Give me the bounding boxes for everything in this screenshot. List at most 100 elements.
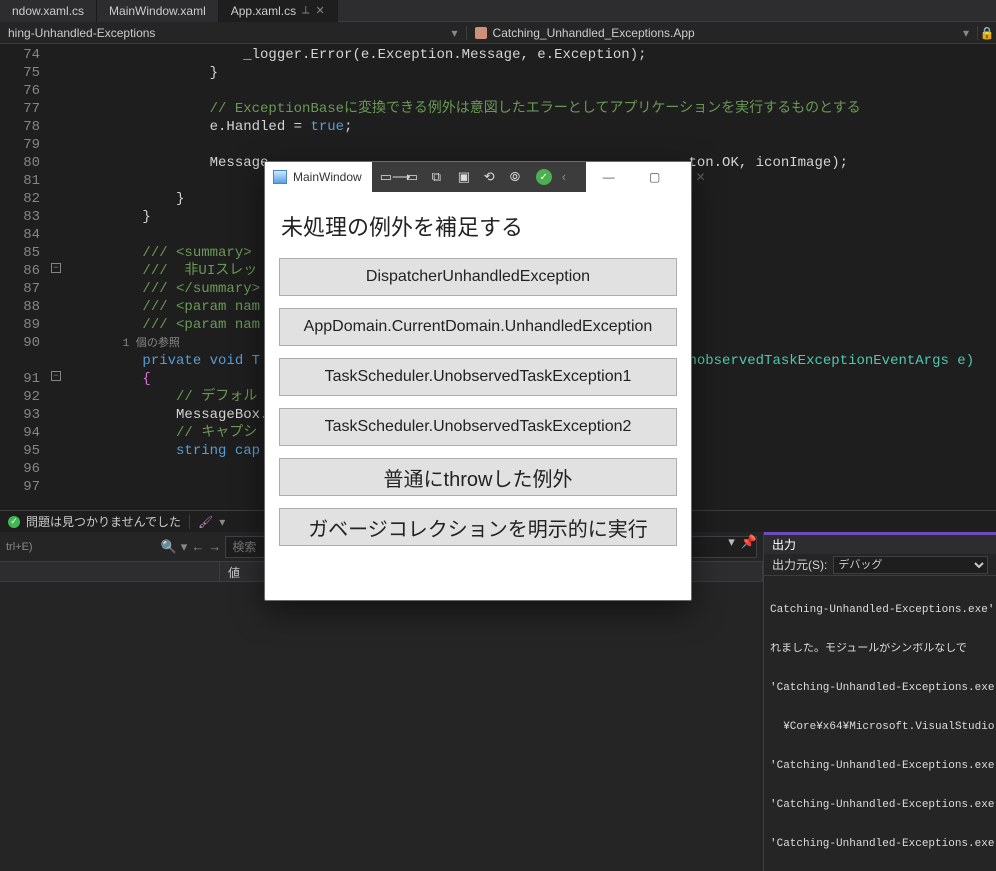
col-name[interactable] <box>0 562 220 581</box>
code-text: e.Handled = <box>50 119 310 135</box>
app-icon <box>273 170 287 184</box>
line-number: 81 <box>0 172 50 190</box>
btn-taskscheduler-1[interactable]: TaskScheduler.UnobservedTaskException1 <box>279 358 677 396</box>
output-body[interactable]: Catching-Unhandled-Exceptions.exe' (C れま… <box>764 576 996 871</box>
code-brace: { <box>50 371 151 387</box>
wpf-title-text: MainWindow <box>293 170 362 184</box>
line-number: 97 <box>0 478 50 496</box>
code-comment: // デフォル <box>50 389 257 405</box>
line-number: 91 <box>0 370 50 388</box>
xaml-live-toolbar: ▭⟶ ▭ ⧉ ▣ ⟲ ⦾ ✓ ‹ <box>372 162 586 192</box>
line-number: 83 <box>0 208 50 226</box>
tab-mainwindow-xaml-cs[interactable]: ndow.xaml.cs <box>0 0 97 22</box>
select-element-icon[interactable]: ▭ <box>406 169 422 185</box>
line-number: 89 <box>0 316 50 334</box>
line-number: 75 <box>0 64 50 82</box>
line-number: 79 <box>0 136 50 154</box>
hot-reload-icon[interactable]: ⟲ <box>484 169 500 185</box>
line-number: 86 <box>0 262 50 280</box>
code-doc: /// 非UIスレッ <box>50 263 257 279</box>
btn-taskscheduler-2[interactable]: TaskScheduler.UnobservedTaskException2 <box>279 408 677 446</box>
tab-label: ndow.xaml.cs <box>12 4 84 18</box>
btn-normal-throw[interactable]: 普通にthrowした例外 <box>279 458 677 496</box>
line-number: 96 <box>0 460 50 478</box>
error-status[interactable]: ✓ 問題は見つかりませんでした <box>0 513 189 530</box>
code-doc: /// <param nam <box>50 317 260 333</box>
btn-force-gc[interactable]: ガベージコレクションを明示的に実行 <box>279 508 677 546</box>
line-number: 77 <box>0 100 50 118</box>
line-number: 84 <box>0 226 50 244</box>
line-number: 85 <box>0 244 50 262</box>
chevron-down-icon[interactable]: ▾ <box>728 534 735 550</box>
output-line: ¥Core¥x64¥Microsoft.VisualStudio.Des <box>770 721 996 734</box>
status-ok-icon: ✓ <box>536 169 552 185</box>
wpf-window-title: MainWindow <box>265 170 370 184</box>
code-keyword: true <box>310 119 344 135</box>
brush-icon[interactable]: 🖌 <box>198 515 213 529</box>
line-number <box>0 352 50 370</box>
maximize-button[interactable]: ▢ <box>632 162 678 192</box>
live-visual-tree-icon[interactable]: ▭⟶ <box>380 169 396 185</box>
lock-icon: 🔒 <box>978 26 996 40</box>
nav-project-dropdown[interactable]: hing-Unhandled-Exceptions ▾ <box>0 26 467 40</box>
nav-type-dropdown[interactable]: Catching_Unhandled_Exceptions.App ▾ <box>467 26 978 40</box>
line-number: 80 <box>0 154 50 172</box>
close-icon[interactable]: ✕ <box>315 4 324 17</box>
class-icon <box>475 27 487 39</box>
output-line: 'Catching-Unhandled-Exceptions.exe' (C <box>770 760 996 773</box>
btn-dispatcher-unhandled[interactable]: DispatcherUnhandledException <box>279 258 677 296</box>
code-type: UnobservedTaskExceptionEventArgs e) <box>680 353 974 369</box>
wpf-body: 未処理の例外を補足する DispatcherUnhandledException… <box>265 192 691 600</box>
line-number-gutter: 74 75 76 77 78 79 80 81 82 83 84 85 86 8… <box>0 44 50 510</box>
code-text: } <box>50 191 184 207</box>
search-icon[interactable]: 🔍 <box>161 539 177 555</box>
output-source-select[interactable]: デバッグ <box>833 556 988 574</box>
code-text: } <box>50 65 218 81</box>
code-text: string cap <box>50 443 260 459</box>
minimize-button[interactable]: — <box>586 162 632 192</box>
output-line: 'Catching-Unhandled-Exceptions.exe' (C <box>770 838 996 851</box>
output-source-bar: 出力元(S): デバッグ <box>764 554 996 576</box>
output-line: 'Catching-Unhandled-Exceptions.exe' (C <box>770 682 996 695</box>
binding-icon[interactable]: ⦾ <box>510 169 526 185</box>
line-number: 94 <box>0 424 50 442</box>
chevron-down-icon: ▾ <box>181 539 188 555</box>
line-number: 92 <box>0 388 50 406</box>
code-text: MessageBox. <box>50 407 268 423</box>
output-source-label: 出力元(S): <box>772 556 827 573</box>
line-number: 88 <box>0 298 50 316</box>
close-button[interactable]: ✕ <box>678 162 724 192</box>
output-line: 'Catching-Unhandled-Exceptions.exe' (C <box>770 799 996 812</box>
page-heading: 未処理の例外を補足する <box>279 206 677 246</box>
line-number: 95 <box>0 442 50 460</box>
code-comment: // キャプシ <box>50 425 257 441</box>
editor-tabs: ndow.xaml.cs MainWindow.xaml App.xaml.cs… <box>0 0 996 22</box>
wpf-main-window: MainWindow ▭⟶ ▭ ⧉ ▣ ⟲ ⦾ ✓ ‹ — ▢ ✕ 未処理の例外… <box>264 161 692 601</box>
code-text: Message <box>50 155 268 171</box>
track-focus-icon[interactable]: ▣ <box>458 169 474 185</box>
pin-icon[interactable]: 📌 <box>741 534 757 550</box>
tab-mainwindow-xaml[interactable]: MainWindow.xaml <box>97 0 219 22</box>
wpf-titlebar[interactable]: MainWindow ▭⟶ ▭ ⧉ ▣ ⟲ ⦾ ✓ ‹ — ▢ ✕ <box>265 162 691 192</box>
error-status-text: 問題は見つかりませんでした <box>26 513 181 530</box>
codelens-reference[interactable]: 1 個の参照 <box>50 338 180 350</box>
chevron-down-icon: ▾ <box>452 26 458 40</box>
tab-label: App.xaml.cs <box>231 4 296 18</box>
pin-icon[interactable]: ⟂ <box>302 4 309 17</box>
line-number: 76 <box>0 82 50 100</box>
tab-app-xaml-cs[interactable]: App.xaml.cs ⟂ ✕ <box>219 0 338 22</box>
line-number: 74 <box>0 46 50 64</box>
chevron-down-icon: ▾ <box>219 515 225 529</box>
output-title-text: 出力 <box>772 536 796 553</box>
btn-appdomain-unhandled[interactable]: AppDomain.CurrentDomain.UnhandledExcepti… <box>279 308 677 346</box>
display-layout-icon[interactable]: ⧉ <box>432 169 448 185</box>
collapse-icon[interactable]: ‹ <box>562 169 578 185</box>
nav-project-label: hing-Unhandled-Exceptions <box>8 26 155 40</box>
code-text: ; <box>344 119 352 135</box>
line-number: 90 <box>0 334 50 352</box>
output-panel: 出力 出力元(S): デバッグ Catching-Unhandled-Excep… <box>764 532 996 871</box>
line-number: 87 <box>0 280 50 298</box>
line-number: 78 <box>0 118 50 136</box>
tab-label: MainWindow.xaml <box>109 4 206 18</box>
window-system-buttons: — ▢ ✕ <box>586 162 724 192</box>
